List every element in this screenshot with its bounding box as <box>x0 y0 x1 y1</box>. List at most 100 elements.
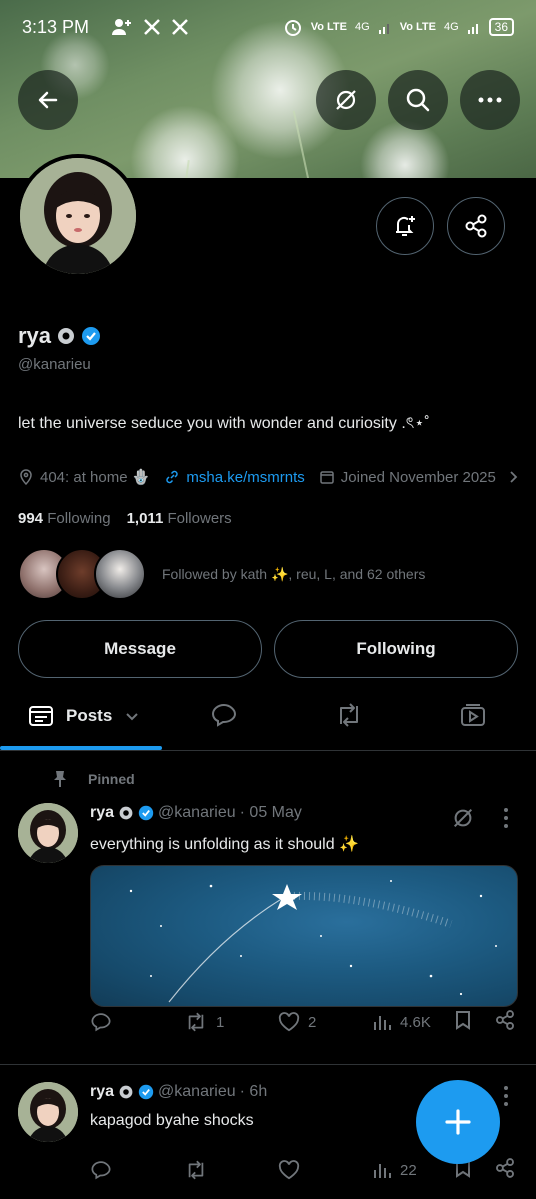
tab-posts-label: Posts <box>66 706 113 725</box>
bell-plus-icon <box>396 216 415 236</box>
network-label: Vo LTE <box>310 21 347 33</box>
posts-icon <box>29 706 53 726</box>
profile-location: 404: at home 🪬 <box>40 469 151 486</box>
profile-link[interactable]: msha.ke/msmrnts <box>186 469 304 486</box>
views-action[interactable]: 22 <box>372 1160 417 1180</box>
following-count: 994 <box>18 510 44 527</box>
link-icon <box>166 470 179 484</box>
repost-icon <box>188 1012 204 1032</box>
pin-icon <box>54 771 66 787</box>
network-type: 4G <box>443 21 459 33</box>
follow-stats: 994 Following 1,011 Followers <box>18 510 232 527</box>
followers-stat[interactable]: 1,011 Followers <box>127 510 232 527</box>
reply-action[interactable] <box>90 1159 120 1181</box>
post-more-button[interactable] <box>504 808 508 828</box>
post-image[interactable] <box>90 865 518 1007</box>
x-logo-icon <box>144 19 160 35</box>
search-button[interactable] <box>388 70 448 130</box>
repost-count: 1 <box>216 1013 225 1031</box>
followers-count: 1,011 <box>126 510 164 527</box>
repost-action[interactable] <box>184 1159 216 1181</box>
share-icon <box>496 1010 514 1030</box>
share-button[interactable] <box>494 1157 516 1183</box>
post-more-button[interactable] <box>504 1086 508 1106</box>
x-logo-icon <box>172 19 188 35</box>
grok-button[interactable] <box>316 70 376 130</box>
reply-icon <box>91 1161 111 1180</box>
video-icon <box>461 704 485 726</box>
affiliate-badge-icon <box>119 806 133 820</box>
verified-badge-icon <box>82 327 101 345</box>
alarm-icon <box>284 20 301 36</box>
network-type: 4G <box>355 21 370 33</box>
affiliate-badge-icon <box>119 1085 133 1099</box>
person-add-icon <box>112 19 132 35</box>
display-name: rya <box>18 323 52 348</box>
reply-action[interactable] <box>90 1011 120 1033</box>
grok-icon[interactable] <box>451 806 475 830</box>
repost-action[interactable]: 1 <box>184 1011 224 1033</box>
profile-joined: Joined November 2025 <box>340 468 496 486</box>
profile-handle: @kanarieu <box>18 356 91 373</box>
signal-icon <box>467 24 478 34</box>
grok-icon <box>336 90 356 110</box>
like-action[interactable] <box>278 1160 308 1180</box>
search-icon <box>406 88 430 112</box>
views-action[interactable]: 4.6K <box>372 1012 431 1032</box>
post-avatar[interactable] <box>18 1082 78 1142</box>
chevron-right-icon[interactable] <box>506 470 520 484</box>
notify-button[interactable] <box>376 197 434 255</box>
post-author-handle: @kanarieu <box>158 1083 236 1100</box>
post-author-name[interactable]: rya <box>90 1083 114 1101</box>
tab-divider <box>0 750 536 751</box>
back-arrow-icon <box>38 91 58 109</box>
bookmark-icon <box>456 1011 470 1030</box>
more-button[interactable] <box>460 70 520 130</box>
profile-name: rya <box>18 323 101 349</box>
reply-icon <box>91 1013 111 1032</box>
tab-posts[interactable]: Posts <box>28 704 140 728</box>
post-author-handle: @kanarieu <box>158 804 236 821</box>
profile-bio: let the universe seduce you with wonder … <box>18 415 430 432</box>
following-label: Following <box>47 510 111 527</box>
share-icon <box>496 1158 514 1178</box>
tab-reposts[interactable] <box>334 702 364 733</box>
back-button[interactable] <box>18 70 78 130</box>
share-button[interactable] <box>494 1009 516 1035</box>
view-count: 22 <box>400 1161 417 1179</box>
pinned-indicator: Pinned <box>52 770 135 788</box>
status-time: 3:13 PM <box>22 16 90 37</box>
like-count: 2 <box>308 1013 317 1031</box>
plus-icon <box>445 1109 471 1135</box>
post-header: rya @kanarieu · 05 May <box>90 804 302 822</box>
tab-replies[interactable] <box>210 702 238 733</box>
post-avatar[interactable] <box>18 803 78 863</box>
compose-button[interactable] <box>416 1080 500 1164</box>
followed-by[interactable]: Followed by kath ✨, reu, L, and 62 other… <box>18 548 425 600</box>
repost-icon <box>188 1160 204 1180</box>
post-time: · 05 May <box>239 804 302 821</box>
following-stat[interactable]: 994 Following <box>18 510 111 527</box>
signal-icon <box>378 24 389 34</box>
post-divider <box>0 1064 536 1065</box>
bookmark-button[interactable] <box>454 1010 472 1034</box>
heart-icon <box>278 1160 300 1180</box>
like-action[interactable]: 2 <box>278 1012 316 1032</box>
profile-avatar[interactable] <box>16 154 140 278</box>
post-text: everything is unfolding as it should ✨ <box>90 836 359 853</box>
share-icon <box>465 214 487 238</box>
more-icon <box>478 97 502 103</box>
post-author-name[interactable]: rya <box>90 804 114 822</box>
post-time: · 6h <box>239 1083 268 1100</box>
message-button[interactable]: Message <box>18 620 262 678</box>
tab-media[interactable] <box>459 702 487 733</box>
status-bar: 3:13 PM Vo LTE 4G Vo LTE 4G 36 <box>0 0 536 54</box>
repost-icon <box>340 703 358 727</box>
following-button[interactable]: Following <box>274 620 518 678</box>
pinned-label: Pinned <box>88 771 135 787</box>
view-count: 4.6K <box>400 1013 431 1031</box>
post-header: rya @kanarieu · 6h <box>90 1083 267 1101</box>
follower-avatar <box>94 548 146 600</box>
share-profile-button[interactable] <box>447 197 505 255</box>
views-icon <box>374 1164 391 1178</box>
